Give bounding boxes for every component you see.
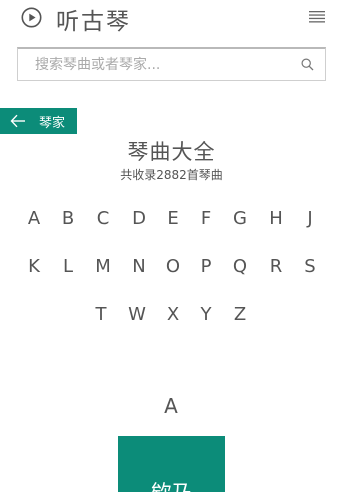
- hamburger-menu-icon[interactable]: [309, 10, 325, 24]
- index-letter-k[interactable]: K: [19, 256, 49, 277]
- index-letter-r[interactable]: R: [261, 256, 291, 277]
- index-letter-y[interactable]: Y: [191, 304, 221, 325]
- index-letter-c[interactable]: C: [88, 208, 118, 229]
- index-letter-f[interactable]: F: [191, 208, 221, 229]
- app-title: 听古琴: [56, 9, 131, 35]
- index-letter-z[interactable]: Z: [225, 304, 255, 325]
- search-icon[interactable]: [301, 58, 314, 71]
- back-button-label: 琴家: [39, 116, 66, 131]
- index-letter-w[interactable]: W: [122, 304, 152, 325]
- index-letter-g[interactable]: G: [225, 208, 255, 229]
- index-letter-q[interactable]: Q: [225, 256, 255, 277]
- play-circle-icon[interactable]: [21, 7, 42, 28]
- index-letter-e[interactable]: E: [158, 208, 188, 229]
- index-letter-b[interactable]: B: [53, 208, 83, 229]
- index-letter-d[interactable]: D: [124, 208, 154, 229]
- page-title: 琴曲大全: [127, 140, 216, 164]
- index-letter-n[interactable]: N: [124, 256, 154, 277]
- search-box: [17, 47, 326, 81]
- piece-tile-label: 欸乃: [118, 477, 225, 492]
- page-subtitle: 共收录2882首琴曲: [120, 168, 223, 182]
- index-letter-a[interactable]: A: [19, 208, 49, 229]
- index-letter-h[interactable]: H: [261, 208, 291, 229]
- index-letter-s[interactable]: S: [295, 256, 325, 277]
- index-letter-j[interactable]: J: [295, 208, 325, 229]
- index-letter-t[interactable]: T: [86, 304, 116, 325]
- index-letter-l[interactable]: L: [53, 256, 83, 277]
- index-letter-m[interactable]: M: [88, 256, 118, 277]
- index-letter-o[interactable]: O: [158, 256, 188, 277]
- arrow-left-icon: [10, 114, 25, 128]
- index-letter-p[interactable]: P: [191, 256, 221, 277]
- back-to-qinjia-button[interactable]: 琴家: [0, 108, 77, 134]
- section-letter: A: [164, 394, 178, 418]
- index-letter-x[interactable]: X: [158, 304, 188, 325]
- app-header: 听古琴: [0, 0, 343, 36]
- search-input[interactable]: [18, 49, 298, 80]
- piece-tile[interactable]: 欸乃: [118, 436, 225, 492]
